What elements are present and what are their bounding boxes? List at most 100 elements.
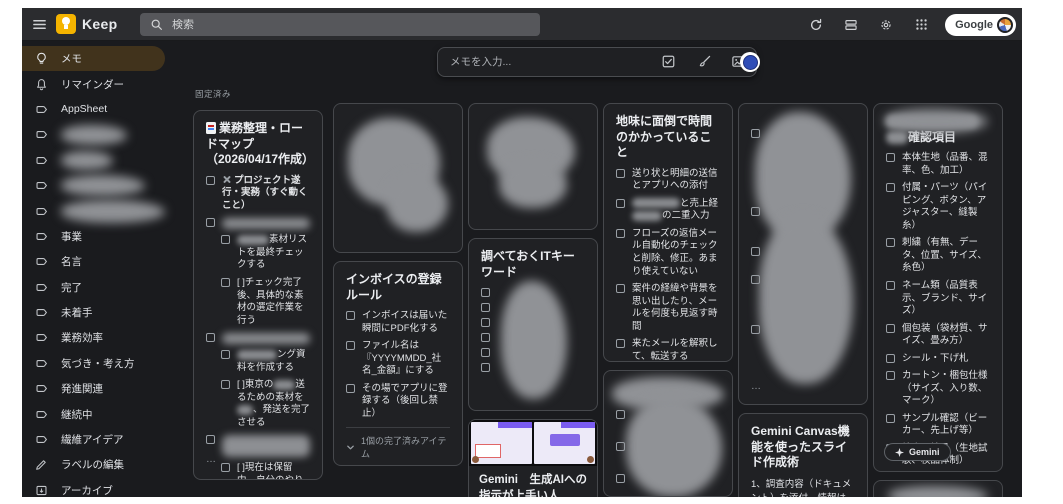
checkbox[interactable] [751, 129, 760, 138]
checkbox[interactable] [616, 229, 625, 238]
checkbox[interactable] [886, 183, 895, 192]
sidebar-item-michakushu[interactable]: 未着手 [22, 300, 165, 325]
checkbox[interactable] [206, 218, 215, 227]
apps-grid-icon[interactable] [910, 14, 932, 36]
checkbox[interactable] [616, 442, 625, 451]
sidebar-item-reminders[interactable]: リマインダー [22, 71, 165, 96]
checkbox[interactable] [206, 176, 215, 185]
checkbox[interactable] [481, 303, 490, 312]
sidebar-item-notes[interactable]: メモ [22, 46, 165, 71]
checkbox[interactable] [481, 318, 490, 327]
sidebar-item-keizoku[interactable]: 継続中 [22, 401, 165, 426]
new-note-input[interactable] [450, 48, 620, 76]
label-icon [35, 306, 48, 319]
checkbox[interactable] [221, 278, 230, 287]
checkbox[interactable] [221, 463, 230, 472]
sidebar-item-kizuki[interactable]: 気づき・考え方 [22, 351, 165, 376]
user-avatar[interactable] [997, 17, 1013, 33]
settings-gear-icon[interactable] [875, 14, 897, 36]
checkbox[interactable] [346, 311, 355, 320]
checklist-item: 個包装（袋材質、サイズ、畳み方） [886, 323, 990, 348]
checkbox[interactable] [481, 348, 490, 357]
refresh-icon[interactable] [805, 14, 827, 36]
extension-badge-icon[interactable] [740, 52, 760, 72]
note-title: 地味に面倒で時間のかかっていること [616, 114, 720, 161]
checkbox[interactable] [886, 324, 895, 333]
checkbox[interactable] [886, 238, 895, 247]
checkbox[interactable] [481, 333, 490, 342]
checkbox[interactable] [886, 354, 895, 363]
note-card-redacted-bottom[interactable] [873, 480, 1003, 497]
checkbox[interactable] [886, 153, 895, 162]
checklist-text: インボイスは届いた瞬間にPDF化する [362, 310, 450, 335]
sidebar-item-label: 発進関連 [61, 381, 103, 396]
checkbox[interactable] [481, 363, 490, 372]
keep-logo[interactable] [56, 14, 76, 34]
checklist-item-redacted [206, 217, 310, 229]
sidebar-item-appsheet[interactable]: AppSheet [22, 97, 165, 122]
note-card-checkpoints[interactable]: 確認項目 本体生地（品番、混率、色、加工） 付属・パーツ（パイピング、ボタン、ア… [873, 103, 1003, 472]
sidebar-item-edit-labels[interactable]: ラベルの編集 [22, 452, 165, 477]
checkbox[interactable] [206, 333, 215, 342]
sidebar-item-redacted-1[interactable] [22, 122, 165, 147]
search-bar[interactable] [140, 13, 540, 36]
completed-items-toggle[interactable]: 1個の完了済みアイテム [346, 427, 450, 460]
sidebar-item-kanryou[interactable]: 完了 [22, 275, 165, 300]
sidebar-item-redacted-3[interactable] [22, 173, 165, 198]
checkbox[interactable] [751, 247, 760, 256]
note-card-invoice[interactable]: インボイスの登録ルール インボイスは届いた瞬間にPDF化する ファイル名は『YY… [333, 261, 463, 466]
search-input[interactable] [172, 19, 530, 31]
sidebar-item-meigen[interactable]: 名言 [22, 249, 165, 274]
sidebar-item-jigyou[interactable]: 事業 [22, 224, 165, 249]
checkbox[interactable] [206, 435, 215, 444]
note-card-roadmap[interactable]: 業務整理・ロードマップ（2026/04/17作成） プロジェクト遂行・実務（すぐ… [193, 110, 323, 480]
checklist-item: 送り状と明細の送信とアプリへの添付 [616, 168, 720, 193]
hamburger-menu-icon[interactable] [28, 13, 50, 35]
checkbox[interactable] [751, 325, 760, 334]
note-card-redacted-checklist-2[interactable]: … [738, 103, 868, 405]
gemini-button[interactable]: Gemini [884, 443, 951, 461]
label-icon [35, 103, 48, 116]
checklist-text: 個包装（袋材質、サイズ、畳み方） [902, 323, 990, 348]
note-card-canvas-slides[interactable]: Gemini Canvas機能を使ったスライド作成術 1、調査内容（ドキュメント… [738, 413, 868, 497]
sidebar-item-seni-idea[interactable]: 繊維アイデア [22, 427, 165, 452]
board-column-4: 地味に面倒で時間のかかっていること 送り状と明細の送信とアプリへの添付 と売上経… [603, 103, 733, 497]
note-card-image-redacted-1[interactable] [333, 103, 463, 253]
google-account-pill[interactable]: Google [945, 14, 1016, 36]
sidebar-item-redacted-4[interactable] [22, 198, 165, 223]
checkbox[interactable] [346, 341, 355, 350]
checkbox[interactable] [616, 474, 625, 483]
note-card-it-keywords[interactable]: 調べておくITキーワード [468, 238, 598, 411]
sidebar-item-redacted-2[interactable] [22, 148, 165, 173]
sidebar-item-gyoumukouritsu[interactable]: 業務効率 [22, 325, 165, 350]
search-icon[interactable] [150, 18, 163, 31]
redaction-blob [237, 405, 253, 415]
checklist-text: ング資料を作成する [237, 349, 310, 374]
checkbox[interactable] [481, 288, 490, 297]
checkbox[interactable] [616, 199, 625, 208]
screenshot-canvas: Keep Google [0, 0, 1063, 504]
checkbox[interactable] [886, 414, 895, 423]
checklist-item: ファイル名は『YYYYMMDD_社名_金額』にする [346, 340, 450, 378]
checkbox[interactable] [221, 380, 230, 389]
checkbox[interactable] [886, 281, 895, 290]
note-card-redacted-checklist-1[interactable] [603, 370, 733, 497]
checklist-item: サンプル確認（ビーカー、先上げ等） [886, 413, 990, 438]
note-card-tedious[interactable]: 地味に面倒で時間のかかっていること 送り状と明細の送信とアプリへの添付 と売上経… [603, 103, 733, 362]
checkbox[interactable] [616, 410, 625, 419]
list-view-icon[interactable] [840, 14, 862, 36]
sidebar-item-hasshin[interactable]: 発進関連 [22, 376, 165, 401]
checkbox[interactable] [616, 284, 625, 293]
brush-icon[interactable] [697, 54, 712, 74]
checkbox[interactable] [221, 350, 230, 359]
new-note-composer[interactable] [437, 47, 757, 77]
checkbox[interactable] [616, 339, 625, 348]
checkbox[interactable] [616, 169, 625, 178]
checkbox[interactable] [346, 384, 355, 393]
note-card-image-redacted-2[interactable] [468, 103, 598, 230]
checkbox[interactable] [886, 371, 895, 380]
note-card-gemini-person[interactable]: Gemini 生成AIへの指示が上手い人 【極意伝授】Geminiと [468, 419, 598, 497]
sidebar-item-archive[interactable]: アーカイブ [22, 478, 165, 497]
checkbox[interactable] [221, 235, 230, 244]
new-note-checkbox-icon[interactable] [661, 54, 676, 74]
